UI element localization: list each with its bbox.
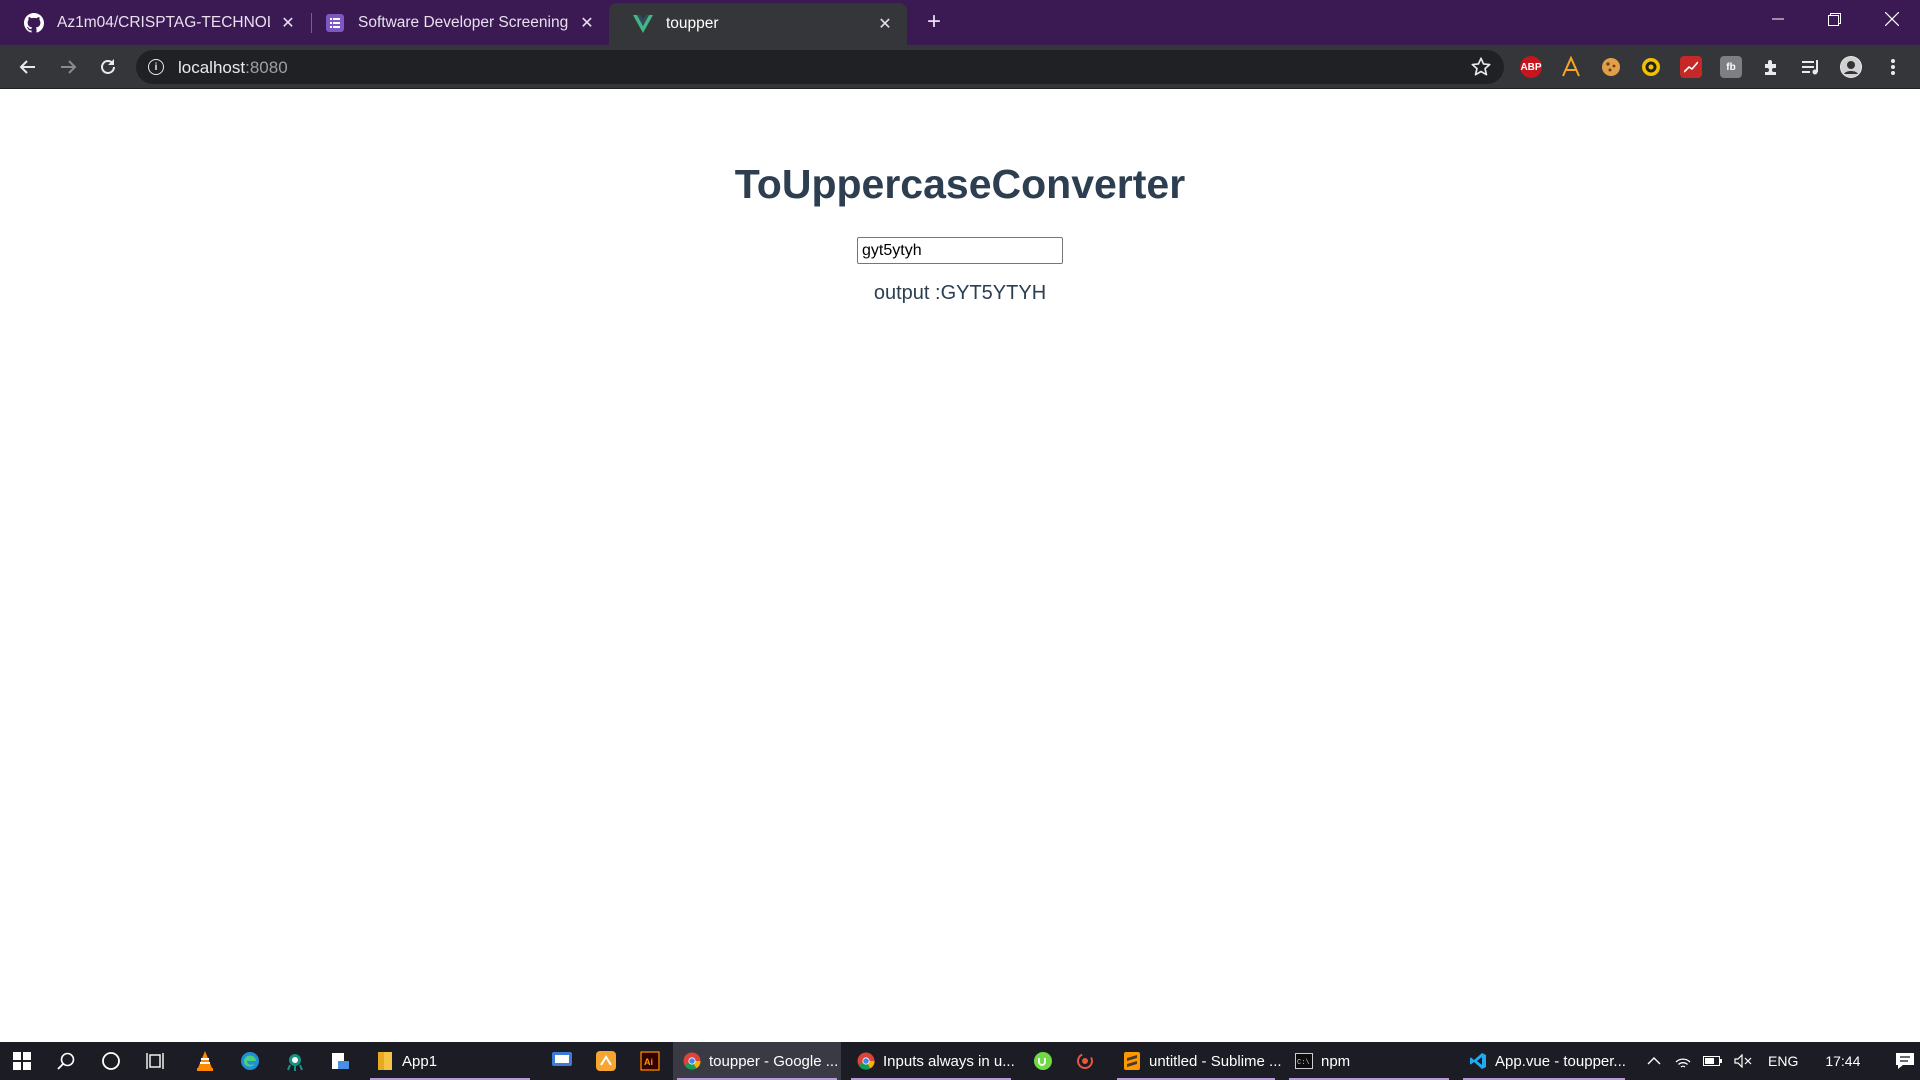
info-icon[interactable]: i (148, 59, 164, 75)
taskbar-app-chrome-toupper[interactable]: toupper - Google ... (673, 1042, 841, 1080)
taskbar-app-sublime[interactable]: untitled - Sublime ... (1113, 1042, 1282, 1080)
forms-icon (325, 13, 345, 33)
profile-avatar[interactable] (1840, 56, 1862, 78)
edge-icon[interactable] (228, 1042, 272, 1080)
address-bar[interactable]: i localhost:8080 (136, 50, 1504, 84)
sketch-app-icon[interactable] (584, 1042, 628, 1080)
output-text: output :GYT5YTYH (0, 282, 1920, 305)
wifi-icon[interactable] (1668, 1053, 1698, 1069)
extensions-puzzle-icon[interactable] (1760, 56, 1782, 78)
vlc-icon[interactable] (183, 1042, 227, 1080)
search-icon[interactable] (44, 1042, 88, 1080)
show-hidden-icons-icon[interactable] (1640, 1057, 1668, 1065)
browser-toolbar: i localhost:8080 ABP fb (0, 45, 1920, 89)
text-input[interactable] (857, 237, 1063, 264)
close-icon[interactable]: ✕ (875, 14, 895, 34)
taskbar-app-label: toupper - Google ... (709, 1052, 839, 1070)
taskbar-app-label: npm (1321, 1052, 1351, 1070)
terminal-icon: C:\ (1295, 1052, 1313, 1070)
browser-tab-strip: Az1m04/CRISPTAG-TECHNOLOGIES ✕ Software … (0, 0, 1920, 45)
whiteboard-icon[interactable] (540, 1042, 584, 1080)
task-view-icon[interactable] (134, 1042, 178, 1080)
target-extension-icon[interactable] (1640, 56, 1662, 78)
tab-github[interactable]: Az1m04/CRISPTAG-TECHNOLOGIES ✕ (0, 4, 310, 41)
chart-extension-icon[interactable] (1680, 56, 1702, 78)
upwork-icon[interactable] (1021, 1042, 1065, 1080)
windows-start-icon[interactable] (0, 1042, 44, 1080)
close-icon[interactable]: ✕ (577, 13, 597, 33)
taskbar-app-label: App.vue - toupper... (1495, 1052, 1626, 1070)
tab-title: Az1m04/CRISPTAG-TECHNOLOGIES (57, 13, 270, 31)
vue-icon (633, 14, 653, 34)
fb-extension-icon[interactable]: fb (1720, 56, 1742, 78)
font-extension-icon[interactable] (1560, 56, 1582, 78)
chrome-icon (683, 1052, 701, 1070)
adblock-extension-icon[interactable]: ABP (1520, 56, 1542, 78)
windows-taskbar: App1 Ai toupper - Google ... Inputs alwa… (0, 1042, 1920, 1080)
tab-title: Software Developer Screening for (358, 13, 569, 31)
page-viewport: ToUppercaseConverter output :GYT5YTYH (0, 89, 1920, 1042)
volume-muted-icon[interactable] (1728, 1054, 1758, 1068)
taskbar-app-npm[interactable]: C:\ npm (1285, 1042, 1453, 1080)
language-indicator[interactable]: ENG (1768, 1053, 1798, 1069)
illustrator-icon[interactable]: Ai (628, 1042, 672, 1080)
taskbar-app-label: App1 (402, 1052, 438, 1070)
folder-icon (376, 1052, 394, 1070)
github-icon (24, 12, 44, 33)
close-icon[interactable]: ✕ (278, 13, 298, 33)
tab-screening-form[interactable]: Software Developer Screening for ✕ (301, 4, 609, 41)
close-window-button[interactable] (1864, 0, 1920, 38)
chrome-menu-icon[interactable] (1882, 56, 1904, 78)
taskbar-app-label: Inputs always in u... (883, 1052, 1015, 1070)
back-button[interactable] (12, 51, 44, 83)
action-center-icon[interactable] (1894, 1052, 1916, 1070)
vscode-icon (1469, 1052, 1487, 1070)
file-explorer-icon[interactable] (318, 1042, 362, 1080)
clock[interactable]: 17:44 (1825, 1053, 1860, 1069)
url-text[interactable]: localhost:8080 (178, 58, 288, 78)
page-title: ToUppercaseConverter (734, 161, 1186, 207)
taskbar-app-label: untitled - Sublime ... (1149, 1052, 1282, 1070)
chrome-icon (857, 1052, 875, 1070)
system-tray: ENG 17:44 (1640, 1042, 1916, 1080)
tab-title: toupper (666, 15, 719, 32)
minimize-button[interactable] (1750, 0, 1806, 38)
media-queue-icon[interactable] (1800, 56, 1822, 78)
forward-button[interactable] (52, 51, 84, 83)
sublime-text-icon (1123, 1052, 1141, 1070)
cortana-icon[interactable] (89, 1042, 133, 1080)
battery-icon[interactable] (1698, 1055, 1728, 1067)
taskbar-app-chrome-inputs[interactable]: Inputs always in u... (847, 1042, 1015, 1080)
new-tab-button[interactable]: + (920, 8, 948, 36)
reload-button[interactable] (92, 51, 124, 83)
cookie-extension-icon[interactable] (1600, 56, 1622, 78)
output-label: output : (873, 282, 941, 304)
restore-button[interactable] (1806, 0, 1862, 38)
taskbar-app-vscode[interactable]: App.vue - toupper... (1459, 1042, 1629, 1080)
tab-toupper[interactable]: toupper ✕ (609, 3, 907, 45)
gitkraken-icon[interactable] (273, 1042, 317, 1080)
output-value: GYT5YTYH (940, 282, 1047, 304)
svg-text:Ai: Ai (644, 1057, 653, 1067)
recorder-icon[interactable] (1063, 1042, 1107, 1080)
taskbar-app-app1[interactable]: App1 (366, 1042, 534, 1080)
bookmark-star-icon[interactable] (1470, 56, 1492, 78)
svg-text:C:\: C:\ (1297, 1059, 1310, 1067)
